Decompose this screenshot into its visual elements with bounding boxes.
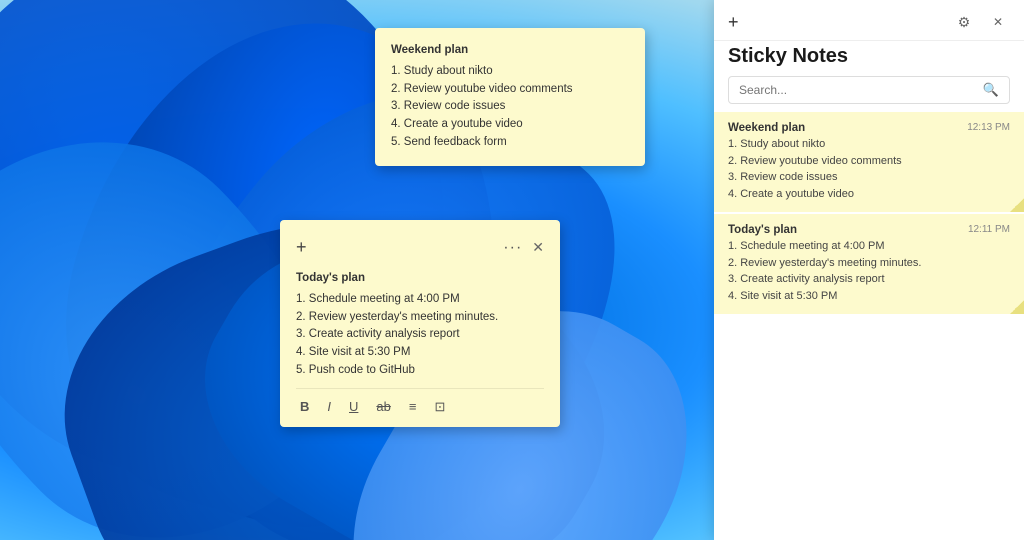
list-item: 1. Study about nikto [391, 63, 629, 81]
list-item: 3. Create activity analysis report [728, 271, 1010, 288]
list-item: 2. Review youtube video comments [728, 153, 1010, 170]
sticky-note-today[interactable]: + ··· ✕ Today's plan 1. Schedule meeting… [280, 220, 560, 427]
search-icon: 🔍 [983, 82, 999, 98]
list-item: 5. Send feedback form [391, 134, 629, 152]
list-item: 4. Site visit at 5:30 PM [728, 288, 1010, 305]
sticky-note-today-content: Today's plan 1. Schedule meeting at 4:00… [296, 270, 544, 380]
list-item: 2. Review youtube video comments [391, 81, 629, 99]
list-item: 3. Create activity analysis report [296, 326, 544, 344]
note-corner-fold [1010, 198, 1024, 212]
list-item: 5. Push code to GitHub [296, 362, 544, 380]
list-item: 2. Review yesterday's meeting minutes. [296, 309, 544, 327]
panel-add-button[interactable]: + [728, 12, 739, 33]
add-note-icon[interactable]: + [296, 234, 307, 262]
note-corner-fold-2 [1010, 300, 1024, 314]
underline-button[interactable]: U [345, 395, 362, 419]
note-content-today: 1. Schedule meeting at 4:00 PM 2. Review… [728, 238, 1010, 304]
panel-header-icons: ⚙ ✕ [952, 10, 1010, 34]
sticky-mid-header-left: + [296, 234, 307, 262]
search-input[interactable] [739, 83, 977, 97]
strikethrough-button[interactable]: ab [372, 395, 394, 419]
close-note-icon[interactable]: ✕ [532, 237, 544, 259]
close-panel-icon[interactable]: ✕ [986, 10, 1010, 34]
more-options-icon[interactable]: ··· [503, 236, 522, 261]
panel-note-item-today[interactable]: 12:11 PM Today's plan 1. Schedule meetin… [714, 214, 1024, 314]
notes-list: 12:13 PM Weekend plan 1. Study about nik… [714, 112, 1024, 540]
list-item: 2. Review yesterday's meeting minutes. [728, 255, 1010, 272]
panel-title: Sticky Notes [714, 41, 1024, 76]
list-item: 3. Review code issues [391, 98, 629, 116]
list-item: 4. Create a youtube video [728, 186, 1010, 203]
list-item: 1. Schedule meeting at 4:00 PM [296, 291, 544, 309]
note-time-today: 12:11 PM [968, 224, 1010, 235]
panel-header: + ⚙ ✕ [714, 0, 1024, 41]
list-item: 4. Site visit at 5:30 PM [296, 344, 544, 362]
list-item: 4. Create a youtube video [391, 116, 629, 134]
sticky-mid-header: + ··· ✕ [296, 234, 544, 262]
sticky-note-weekend-title: Weekend plan [391, 42, 629, 60]
list-button[interactable]: ≡ [405, 395, 421, 419]
note-time-weekend: 12:13 PM [967, 122, 1010, 133]
panel-note-item-weekend[interactable]: 12:13 PM Weekend plan 1. Study about nik… [714, 112, 1024, 212]
sticky-note-today-title: Today's plan [296, 270, 544, 288]
note-content-weekend: 1. Study about nikto 2. Review youtube v… [728, 136, 1010, 202]
settings-icon[interactable]: ⚙ [952, 10, 976, 34]
sticky-note-weekend[interactable]: Weekend plan 1. Study about nikto 2. Rev… [375, 28, 645, 166]
italic-button[interactable]: I [323, 395, 335, 419]
image-button[interactable]: ⊡ [430, 395, 449, 419]
list-item: 1. Study about nikto [728, 136, 1010, 153]
sticky-notes-panel: + ⚙ ✕ Sticky Notes 🔍 12:13 PM Weekend pl… [714, 0, 1024, 540]
list-item: 1. Schedule meeting at 4:00 PM [728, 238, 1010, 255]
sticky-note-weekend-content: 1. Study about nikto 2. Review youtube v… [391, 63, 629, 152]
list-item: 3. Review code issues [728, 169, 1010, 186]
panel-search-bar[interactable]: 🔍 [728, 76, 1010, 104]
bold-button[interactable]: B [296, 395, 313, 419]
formatting-toolbar: B I U ab ≡ ⊡ [296, 388, 544, 419]
